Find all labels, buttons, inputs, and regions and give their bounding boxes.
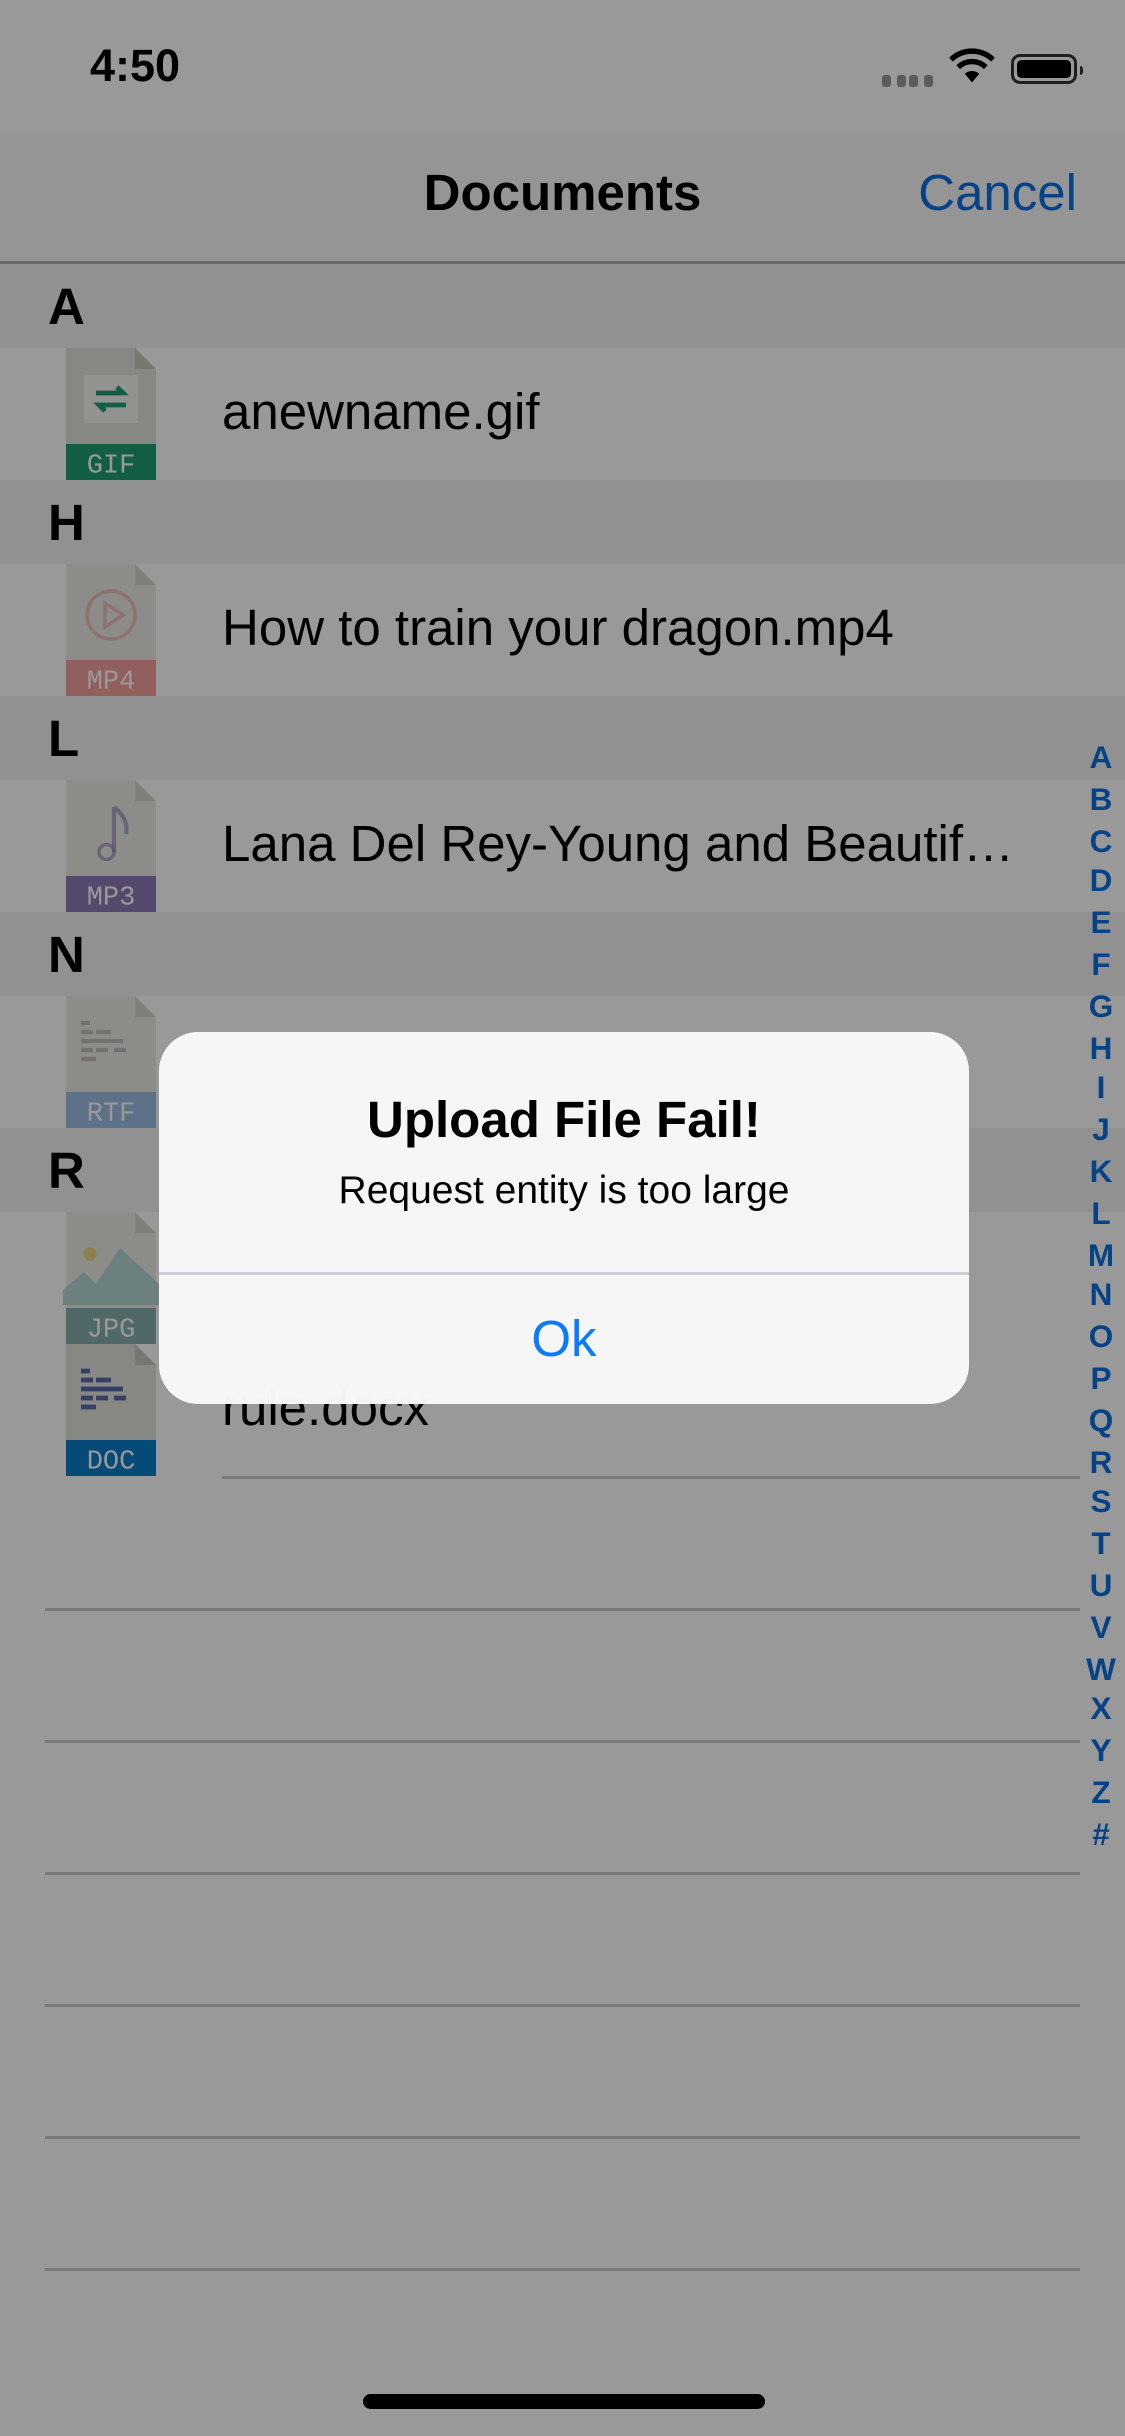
alert-title: Upload File Fail!: [367, 1092, 761, 1149]
ok-button[interactable]: Ok: [159, 1274, 969, 1405]
home-indicator: [363, 2394, 765, 2409]
screen: 4:50 Documents Cancel A GIF anewname.gif H M…: [0, 0, 1125, 2436]
alert-message: Request entity is too large: [338, 1167, 790, 1212]
alert-dialog: Upload File Fail! Request entity is too …: [159, 1032, 969, 1404]
